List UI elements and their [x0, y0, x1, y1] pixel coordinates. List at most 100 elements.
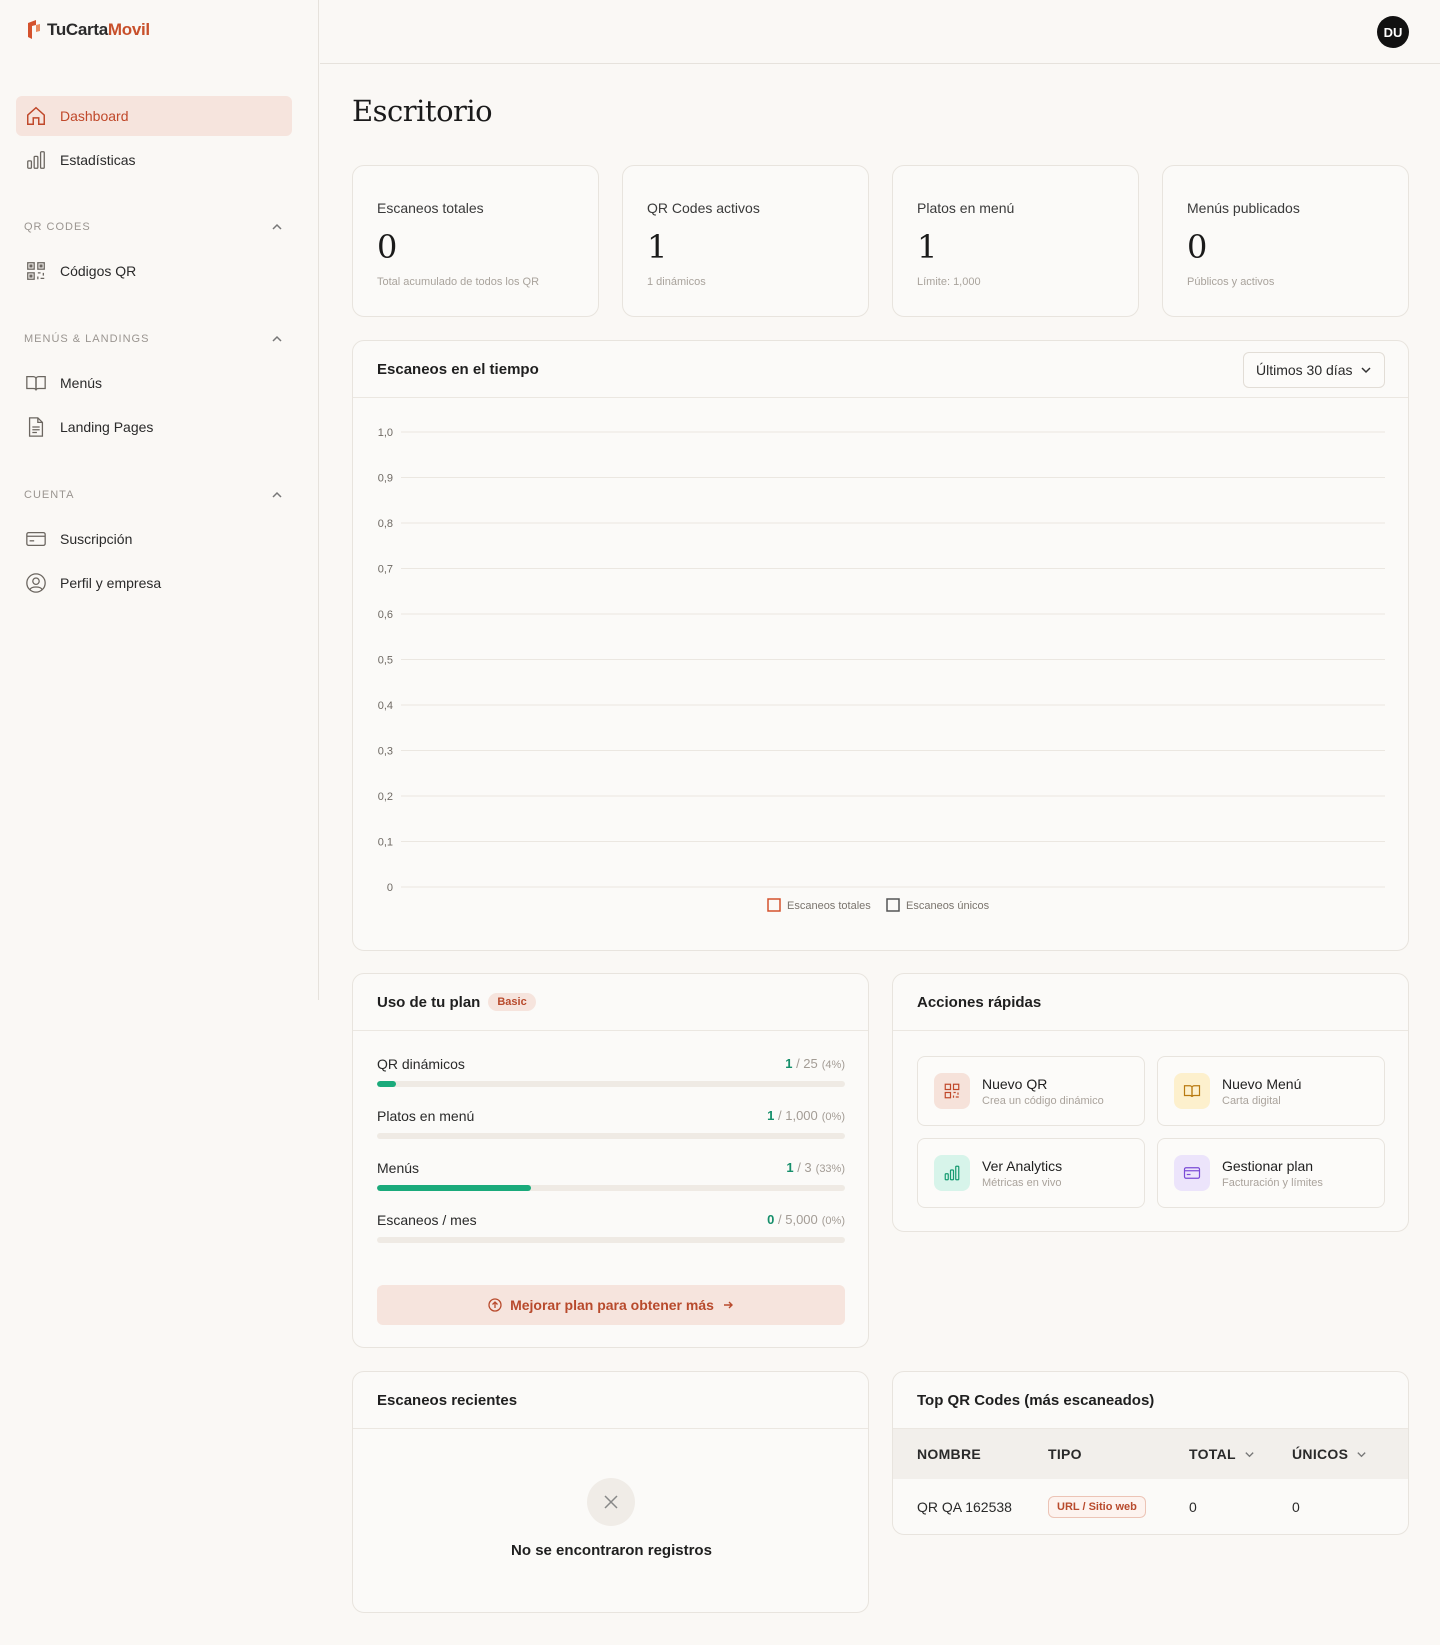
topbar: DU — [320, 0, 1440, 64]
sidebar-item-qr-codes[interactable]: Códigos QR — [16, 251, 292, 291]
sidebar-item-subscription[interactable]: Suscripción — [16, 519, 292, 559]
stat-label: QR Codes activos — [647, 200, 760, 216]
document-icon — [28, 417, 44, 437]
stat-card-dishes: Platos en menú 1 Límite: 1,000 — [892, 165, 1139, 317]
y-tick-label: 0,6 — [378, 609, 393, 621]
y-tick-label: 0,4 — [378, 700, 393, 712]
avatar[interactable]: DU — [1377, 16, 1409, 48]
date-range-select[interactable]: Últimos 30 días — [1243, 352, 1385, 388]
column-unique-label: ÚNICOS — [1292, 1446, 1349, 1462]
credit-card-icon — [26, 531, 46, 547]
legend-label: Escaneos únicos — [906, 900, 990, 912]
usage-row: Menús 1 / 3 (33%) — [377, 1160, 845, 1191]
table-header: NOMBRE TIPO TOTAL ÚNICOS — [893, 1429, 1408, 1479]
arrow-right-icon — [723, 1301, 733, 1309]
quick-action-manage-plan[interactable]: Gestionar plan Facturación y límites — [1157, 1138, 1385, 1208]
chevron-up-icon — [272, 335, 282, 342]
y-tick-label: 0,3 — [378, 746, 393, 758]
recent-scans-header: Escaneos recientes — [353, 1372, 868, 1429]
stat-sub: Límite: 1,000 — [917, 276, 981, 288]
usage-row: Escaneos / mes 0 / 5,000 (0%) — [377, 1212, 845, 1243]
chevron-down-icon — [1361, 367, 1371, 374]
stat-sub: 1 dinámicos — [647, 276, 706, 288]
sidebar-item-menus[interactable]: Menús — [16, 363, 292, 403]
cell-total: 0 — [1189, 1499, 1197, 1515]
column-total[interactable]: TOTAL — [1189, 1446, 1255, 1462]
upgrade-plan-button[interactable]: Mejorar plan para obtener más — [377, 1285, 845, 1325]
section-qr-codes[interactable]: QR CODES — [24, 220, 284, 234]
home-icon — [27, 106, 45, 125]
usage-percent: (4%) — [821, 1059, 845, 1071]
chevron-up-icon — [272, 223, 282, 230]
top-qr-header: Top QR Codes (más escaneados) — [893, 1372, 1408, 1429]
quick-action-analytics[interactable]: Ver Analytics Métricas en vivo — [917, 1138, 1145, 1208]
quick-action-title: Gestionar plan — [1222, 1157, 1314, 1174]
date-range-value: Últimos 30 días — [1256, 362, 1353, 378]
usage-bar — [377, 1081, 845, 1087]
chevron-down-icon — [1245, 1451, 1254, 1457]
quick-action-title: Nuevo Menú — [1222, 1075, 1302, 1092]
sidebar-item-label: Suscripción — [60, 531, 133, 547]
logo-icon — [28, 20, 40, 39]
column-unique[interactable]: ÚNICOS — [1292, 1446, 1367, 1462]
plan-usage-header: Uso de tu plan Basic — [353, 974, 868, 1031]
sidebar-item-label: Códigos QR — [60, 263, 137, 279]
quick-actions-card: Acciones rápidas Nuevo QR Crea un código … — [892, 973, 1409, 1232]
plan-usage-title: Uso de tu plan — [377, 993, 481, 1011]
usage-bar-fill — [377, 1185, 532, 1191]
y-tick-label: 0,1 — [378, 837, 393, 849]
sidebar-item-stats[interactable]: Estadísticas — [16, 140, 292, 180]
cell-unique: 0 — [1292, 1499, 1300, 1515]
top-qr-card: Top QR Codes (más escaneados) NOMBRE TIP… — [892, 1371, 1409, 1535]
usage-row: Platos en menú 1 / 1,000 (0%) — [377, 1108, 845, 1139]
legend-item[interactable]: Escaneos únicos — [886, 898, 990, 912]
sidebar: TuCartaMovil Dashboard Estadísticas QR C… — [0, 0, 319, 1000]
quick-action-sub: Facturación y límites — [1222, 1176, 1323, 1189]
y-tick-label: 0,8 — [378, 518, 393, 530]
credit-card-icon — [1174, 1155, 1210, 1191]
arrow-up-circle-icon — [488, 1298, 502, 1312]
sidebar-item-dashboard[interactable]: Dashboard — [16, 96, 292, 136]
stat-card-published-menus: Menús publicados 0 Públicos y activos — [1162, 165, 1409, 317]
y-tick-label: 0,7 — [378, 564, 393, 576]
user-circle-icon — [26, 573, 46, 593]
chevron-up-icon — [272, 491, 282, 498]
legend-item[interactable]: Escaneos totales — [767, 898, 871, 912]
sidebar-item-landing-pages[interactable]: Landing Pages — [16, 407, 292, 447]
quick-action-title: Nuevo QR — [982, 1075, 1048, 1092]
section-account[interactable]: CUENTA — [24, 488, 284, 502]
quick-action-sub: Crea un código dinámico — [982, 1094, 1104, 1107]
empty-state-text: No se encontraron registros — [511, 1542, 712, 1559]
usage-bar — [377, 1237, 845, 1243]
stat-sub: Total acumulado de todos los QR — [377, 276, 540, 288]
column-name[interactable]: NOMBRE — [917, 1446, 981, 1462]
logo[interactable]: TuCartaMovil — [26, 19, 150, 40]
sidebar-item-profile[interactable]: Perfil y empresa — [16, 563, 292, 603]
legend-swatch — [886, 898, 900, 912]
logo-text: TuCartaMovil — [47, 19, 150, 39]
chart-card-title: Escaneos en el tiempo — [377, 360, 539, 378]
usage-current: 1 — [786, 1160, 794, 1175]
usage-limit: / 25 — [796, 1056, 818, 1071]
plan-badge: Basic — [488, 993, 536, 1011]
y-tick-label: 1,0 — [378, 427, 393, 439]
usage-bar — [377, 1185, 845, 1191]
y-tick-label: 0 — [387, 882, 393, 894]
stat-card-active-qr: QR Codes activos 1 1 dinámicos — [622, 165, 869, 317]
section-menus[interactable]: MENÚS & LANDINGS — [24, 332, 284, 346]
quick-action-new-qr[interactable]: Nuevo QR Crea un código dinámico — [917, 1056, 1145, 1126]
y-tick-label: 0,5 — [378, 655, 393, 667]
sidebar-item-label: Menús — [60, 375, 103, 391]
quick-action-sub: Carta digital — [1222, 1094, 1281, 1107]
quick-action-new-menu[interactable]: Nuevo Menú Carta digital — [1157, 1056, 1385, 1126]
sidebar-item-label: Estadísticas — [60, 152, 136, 168]
usage-limit: / 5,000 — [778, 1212, 818, 1227]
top-qr-title: Top QR Codes (más escaneados) — [917, 1391, 1155, 1409]
cell-type-tag: URL / Sitio web — [1048, 1496, 1146, 1518]
column-type[interactable]: TIPO — [1048, 1446, 1082, 1462]
book-icon — [26, 375, 46, 391]
table-row[interactable]: QR QA 162538 URL / Sitio web 0 0 — [893, 1480, 1408, 1534]
bar-chart-icon — [934, 1155, 970, 1191]
stat-label: Escaneos totales — [377, 200, 484, 216]
usage-label: Menús — [377, 1160, 420, 1176]
